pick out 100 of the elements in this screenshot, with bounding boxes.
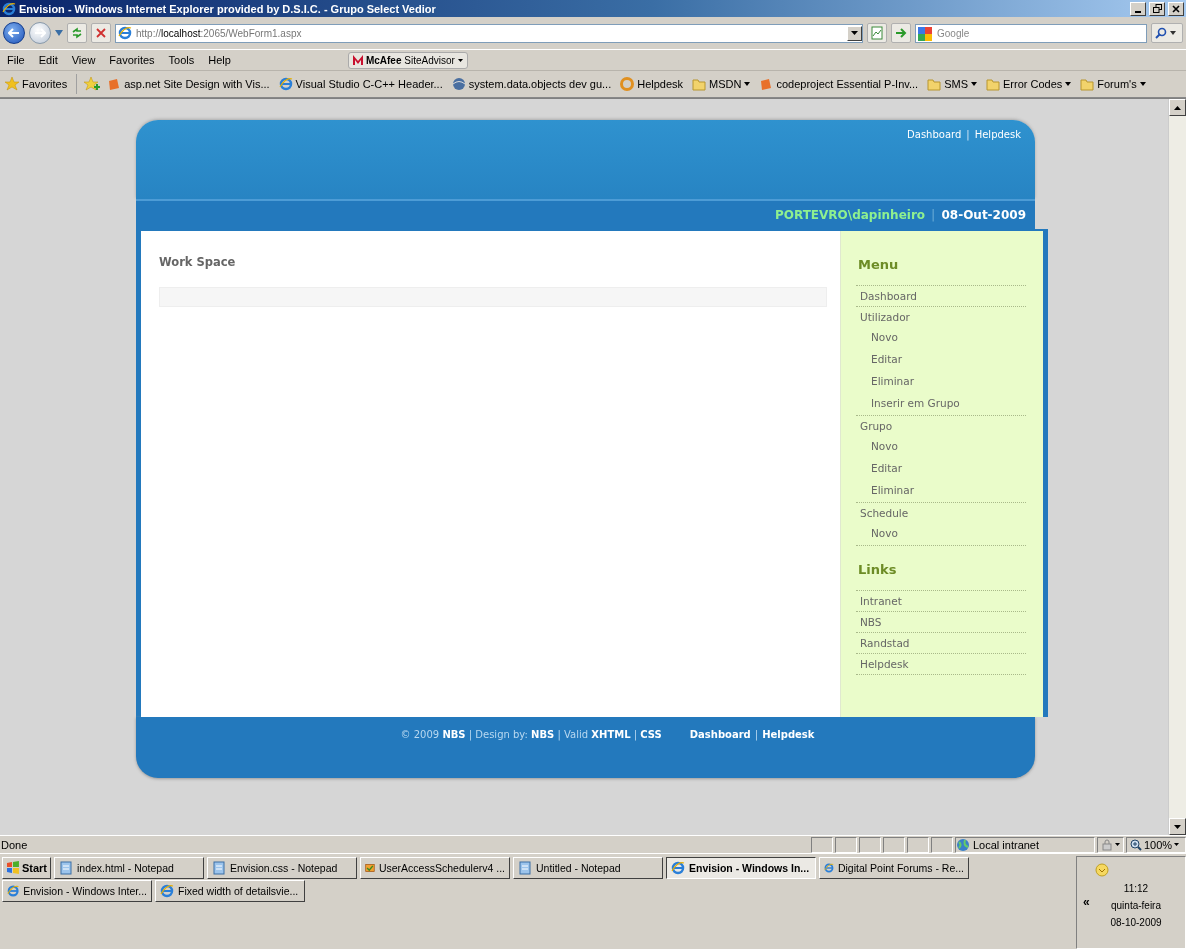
caret-icon — [1115, 843, 1120, 846]
menu-item[interactable]: File — [0, 54, 32, 66]
caret-icon[interactable] — [55, 30, 63, 36]
taskbar-button[interactable]: Envision.css - Notepad — [207, 857, 357, 879]
minimize-button[interactable] — [1130, 1, 1146, 16]
caret-icon — [1174, 843, 1180, 846]
minimize-icon — [1135, 10, 1141, 13]
star-icon — [5, 77, 19, 91]
separator: | — [931, 208, 936, 222]
footer-link[interactable]: Dashboard — [689, 729, 751, 778]
protected-mode-button[interactable] — [1097, 836, 1124, 853]
taskbar-button[interactable]: Untitled - Notepad — [513, 857, 663, 879]
date-text: 08-Out-2009 — [941, 208, 1026, 222]
favorite-link[interactable]: system.data.objects dev gu... — [449, 77, 614, 91]
notepad-icon — [518, 861, 532, 875]
refresh-button[interactable] — [67, 23, 87, 43]
caret-icon — [1170, 31, 1176, 35]
menu-item[interactable]: Tools — [161, 54, 202, 66]
go-button[interactable] — [891, 23, 911, 43]
status-panel — [859, 836, 881, 853]
app-icon — [365, 861, 375, 875]
taskbar-button[interactable]: Digital Point Forums - Re... — [819, 857, 969, 879]
zoom-button[interactable]: 100% — [1126, 836, 1186, 853]
clock-date: 08-10-2009 — [1109, 917, 1162, 928]
folder-icon — [927, 77, 942, 91]
scroll-up-icon[interactable] — [1174, 105, 1181, 110]
folder-icon — [1080, 77, 1095, 91]
favorite-link[interactable]: Visual Studio C-C++ Header... — [276, 77, 445, 91]
windows-logo-icon — [6, 861, 20, 875]
taskbar-button[interactable]: index.html - Notepad — [54, 857, 204, 879]
address-field[interactable]: http://localhost:2065/WebForm1.aspx — [115, 23, 863, 43]
menu-item[interactable]: View — [64, 54, 103, 66]
sidebar-link[interactable]: NBS — [856, 611, 1026, 632]
section-title: Work Space — [159, 255, 237, 269]
taskbar-button[interactable]: Fixed width of detailsvie... — [155, 880, 305, 902]
sidebar-link[interactable]: Editar — [856, 458, 1026, 480]
stop-button[interactable] — [91, 23, 111, 43]
taskbar-button[interactable]: Envision - Windows In... — [666, 857, 816, 879]
close-button[interactable] — [1168, 1, 1184, 16]
sidebar-link[interactable]: Intranet — [856, 590, 1026, 611]
scroll-down-icon[interactable] — [1174, 824, 1181, 829]
back-button[interactable] — [3, 22, 25, 44]
footer-credits: © 2009 NBS | Design by: NBS | Valid XHTML | CSS — [400, 729, 662, 743]
status-panel — [907, 836, 929, 853]
sidebar-link[interactable]: Novo — [856, 327, 1026, 349]
separator: | — [754, 729, 759, 743]
favorite-link[interactable]: Forum's — [1078, 77, 1148, 91]
zoom-icon — [1130, 838, 1142, 851]
expand-tray-button[interactable]: « — [1083, 895, 1090, 909]
favorite-link[interactable]: Error Codes — [983, 77, 1074, 91]
status-text: Done — [0, 838, 29, 851]
refresh-icon — [71, 27, 83, 39]
restore-button[interactable] — [1149, 1, 1165, 16]
compatibility-button[interactable] — [867, 23, 887, 43]
taskbar-button[interactable]: UserAccessSchedulerv4 ... — [360, 857, 510, 879]
favorites-button[interactable]: Favorites — [3, 77, 70, 91]
sidebar-link[interactable]: Grupo — [856, 415, 1026, 436]
browser-icon — [2, 1, 16, 16]
folder-icon — [985, 77, 1000, 91]
footer-link[interactable]: Helpdesk — [762, 729, 815, 778]
browser-icon — [824, 861, 834, 875]
back-arrow-icon — [8, 28, 20, 38]
favorite-link[interactable]: asp.net Site Design with Vis... — [105, 77, 272, 91]
forward-arrow-icon — [34, 28, 46, 38]
zone-indicator: Local intranet — [955, 836, 1095, 853]
menu-item[interactable]: Edit — [31, 54, 65, 66]
favorite-link[interactable]: Helpdesk — [618, 77, 686, 91]
notepad-icon — [212, 861, 226, 875]
search-button[interactable] — [1151, 23, 1183, 43]
sidebar-link[interactable]: Randstad — [856, 632, 1026, 653]
sidebar-link[interactable]: Inserir em Grupo — [856, 393, 1026, 415]
header-link[interactable]: Dashboard — [907, 129, 962, 199]
stop-icon — [96, 28, 106, 38]
favorite-link[interactable]: SMS — [925, 77, 979, 91]
favorite-link[interactable]: codeproject Essential P-Inv... — [757, 77, 921, 91]
notepad-icon — [59, 861, 73, 875]
sidebar-link[interactable]: Editar — [856, 349, 1026, 371]
start-button[interactable]: Start — [2, 857, 51, 879]
sidebar-link[interactable]: Novo — [856, 523, 1026, 545]
caret-icon — [851, 31, 858, 35]
notification-icon[interactable] — [1095, 863, 1109, 877]
sidebar-link[interactable]: Eliminar — [856, 371, 1026, 393]
user-name: PORTEVRO\dapinheiro — [774, 208, 926, 222]
sidebar-link[interactable]: Helpdesk — [856, 653, 1026, 674]
taskbar-button[interactable]: Envision - Windows Inter... — [2, 880, 152, 902]
favorite-link[interactable]: MSDN — [690, 77, 753, 91]
status-panel — [811, 836, 833, 853]
sidebar-link[interactable]: Schedule — [856, 502, 1026, 523]
sidebar-link[interactable]: Eliminar — [856, 480, 1026, 502]
dropdown-button[interactable] — [847, 25, 862, 41]
add-favorite-icon[interactable] — [84, 77, 101, 91]
sidebar-link[interactable]: Dashboard — [856, 285, 1026, 306]
toolbar-button[interactable]: McAfee SiteAdvisor — [347, 51, 468, 69]
sidebar-link[interactable]: Utilizador — [856, 306, 1026, 327]
browser-icon — [7, 884, 20, 898]
menu-item[interactable]: Help — [201, 54, 238, 66]
menu-item[interactable]: Favorites — [102, 54, 162, 66]
scrollbar[interactable] — [1168, 99, 1186, 835]
sidebar-link[interactable]: Novo — [856, 436, 1026, 458]
header-link[interactable]: Helpdesk — [974, 129, 1021, 199]
